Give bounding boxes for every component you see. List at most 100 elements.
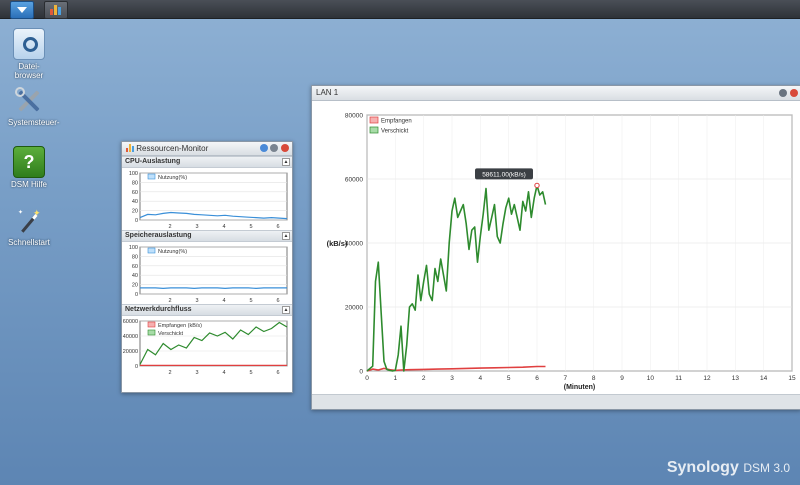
x-tick-label: 11 (675, 375, 682, 382)
y-tick-label: 20000 (123, 349, 138, 355)
window-title: Ressourcen-Monitor (136, 144, 209, 153)
logo-product: DSM 3.0 (743, 461, 790, 475)
cpu-chart: 100 80 60 40 20 0 2 3 4 5 6 Nutzung(%) (122, 168, 292, 230)
legend-label: Nutzung(%) (158, 249, 187, 255)
y-tick-label: 0 (135, 364, 138, 370)
folder-search-icon (13, 28, 45, 60)
x-tick-label: 4 (479, 375, 483, 382)
y-tick-label: 20 (132, 283, 138, 289)
collapse-icon[interactable]: ▲ (282, 306, 290, 314)
x-tick-label: 13 (732, 375, 740, 382)
logo-brand: Synology (666, 459, 739, 476)
y-tick-label: 80 (132, 254, 138, 260)
x-tick-label: 6 (535, 375, 539, 382)
network-chart: 60000 40000 20000 0 2 3 4 5 6 Empfangen (kB/s) Ver… (122, 316, 292, 376)
y-tick-label: 0 (359, 369, 363, 376)
help-book-icon: ? (13, 146, 45, 178)
y-tick-label: 20000 (345, 305, 363, 312)
minimize-icon[interactable] (270, 144, 278, 152)
x-tick-label: 3 (195, 370, 198, 376)
lan-chart: 0 20000 40000 60000 80000 0 1 2 3 4 5 6 7 8 9 10 11 12 13 1… (312, 101, 800, 395)
tooltip-text: 58611.00(kB/s) (482, 171, 526, 178)
x-tick-label: 2 (422, 375, 426, 382)
y-tick-label: 60 (132, 264, 138, 270)
main-menu-button[interactable] (10, 1, 34, 19)
y-tick-label: 40 (132, 199, 138, 205)
y-tick-label: 80000 (345, 113, 363, 120)
memory-usage-line (140, 287, 287, 290)
desktop-icon-label: DSM Hilfe (10, 180, 47, 189)
hover-point (534, 182, 540, 189)
x-tick-label: 2 (168, 370, 171, 376)
tools-icon (14, 86, 44, 116)
svg-text:✦: ✦ (18, 209, 23, 216)
window-title-bar[interactable]: LAN 1 (312, 86, 800, 101)
minimize-icon[interactable] (779, 89, 787, 97)
window-footer (312, 394, 800, 409)
window-title-bar[interactable]: Ressourcen-Monitor (122, 142, 292, 156)
bar-chart-icon (126, 144, 134, 152)
resource-monitor-taskbar-button[interactable] (44, 1, 68, 19)
window-title: LAN 1 (316, 88, 339, 97)
y-tick-label: 60 (132, 190, 138, 196)
lan-chart-window[interactable]: LAN 1 0 20000 40000 60000 80000 0 1 2 3 4 5 6 7 8 9 10 1… (311, 85, 800, 410)
magic-wand-icon: ✦ ✦ (14, 206, 44, 236)
desktop-icon-control-panel[interactable]: Systemsteuer- (8, 86, 60, 127)
y-tick-label: 0 (135, 292, 138, 298)
x-axis-label: (Minuten) (564, 384, 596, 391)
legend-label: Verschickt (381, 129, 409, 135)
legend-swatch (369, 126, 379, 134)
synology-logo: Synology DSM 3.0 (667, 459, 790, 477)
x-tick-label: 3 (450, 375, 454, 382)
memory-chart: 100 80 60 40 20 0 2 3 4 5 6 Nutzung(%) (122, 242, 292, 304)
x-tick-label: 6 (276, 370, 279, 376)
bar-chart-icon (50, 5, 62, 15)
taskbar (0, 0, 800, 19)
collapse-icon[interactable]: ▲ (282, 158, 290, 166)
x-tick-label: 5 (249, 370, 252, 376)
x-tick-label: 1 (394, 375, 398, 382)
legend-label: Empfangen (381, 119, 412, 125)
x-tick-label: 7 (564, 375, 568, 382)
x-tick-label: 0 (365, 375, 369, 382)
y-tick-label: 40000 (345, 241, 363, 248)
close-icon[interactable] (281, 144, 289, 152)
x-tick-label: 8 (592, 375, 596, 382)
x-tick-label: 9 (620, 375, 624, 382)
x-tick-label: 14 (760, 375, 768, 382)
y-tick-label: 100 (129, 245, 138, 251)
legend-swatch (147, 321, 156, 328)
legend-label: Nutzung(%) (158, 175, 187, 181)
x-tick-label: 10 (647, 375, 655, 382)
legend-label: Verschickt (158, 331, 184, 337)
y-tick-label: 60000 (345, 177, 363, 184)
y-tick-label: 20 (132, 209, 138, 215)
memory-section-header[interactable]: Speicherauslastung ▲ (122, 230, 292, 242)
legend-swatch (147, 247, 156, 254)
y-tick-label: 80 (132, 180, 138, 186)
legend-label: Empfangen (kB/s) (158, 323, 202, 329)
section-title: Netzwerkdurchfluss (125, 306, 192, 313)
desktop-icon-label: Systemsteuer- (8, 118, 60, 127)
y-tick-label: 0 (135, 218, 138, 224)
x-tick-label: 5 (507, 375, 511, 382)
y-tick-label: 40 (132, 273, 138, 279)
legend-swatch (147, 173, 156, 180)
cpu-section-header[interactable]: CPU-Auslastung ▲ (122, 156, 292, 168)
help-icon[interactable] (260, 144, 268, 152)
desktop-icon-label: Datei- browser (14, 62, 44, 80)
close-icon[interactable] (790, 89, 798, 97)
y-tick-label: 100 (129, 171, 138, 177)
svg-text:✦: ✦ (33, 208, 41, 218)
x-tick-label: 15 (788, 375, 796, 382)
desktop-icon-dsm-help[interactable]: ? DSM Hilfe (8, 146, 50, 189)
x-tick-label: 4 (222, 370, 225, 376)
resource-monitor-window[interactable]: Ressourcen-Monitor CPU-Auslastung ▲ 100 8… (121, 141, 293, 393)
y-tick-label: 40000 (123, 334, 138, 340)
collapse-icon[interactable]: ▲ (282, 232, 290, 240)
legend-swatch (369, 116, 379, 124)
desktop-icon-quick-start[interactable]: ✦ ✦ Schnellstart (8, 206, 50, 247)
section-title: Speicherauslastung (125, 232, 192, 239)
desktop-icon-file-browser[interactable]: Datei- browser (8, 28, 50, 80)
network-section-header[interactable]: Netzwerkdurchfluss ▲ (122, 304, 292, 316)
